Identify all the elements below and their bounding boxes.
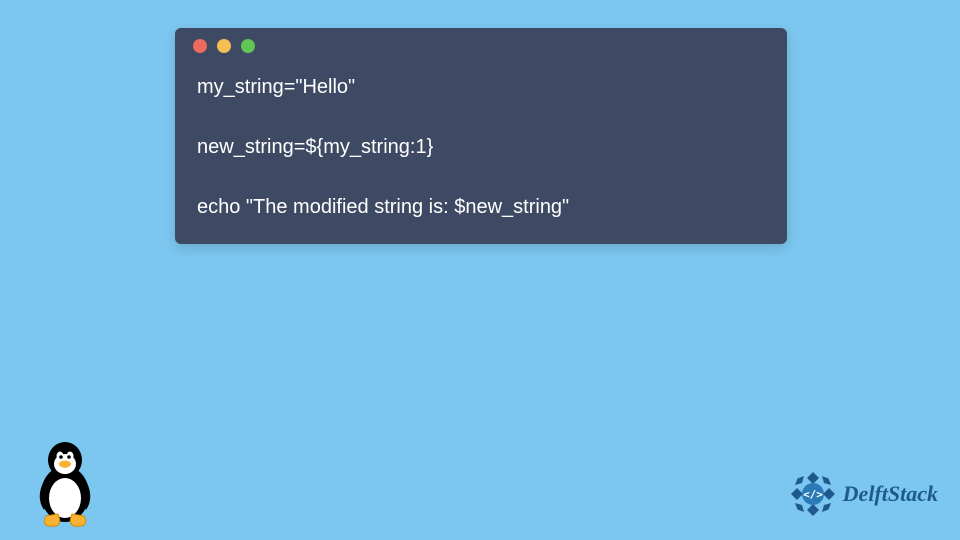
- blank-line: [197, 162, 765, 192]
- code-line-1: my_string="Hello": [197, 72, 765, 102]
- linux-tux-icon: [28, 438, 103, 528]
- minimize-icon[interactable]: [217, 39, 231, 53]
- close-icon[interactable]: [193, 39, 207, 53]
- window-titlebar: [175, 28, 787, 64]
- delftstack-icon: </>: [789, 470, 837, 518]
- blank-line: [197, 102, 765, 132]
- svg-text:</>: </>: [803, 488, 823, 501]
- code-body: my_string="Hello" new_string=${my_string…: [175, 64, 787, 244]
- code-line-2: new_string=${my_string:1}: [197, 132, 765, 162]
- delftstack-logo: </> DelftStack: [789, 470, 938, 518]
- maximize-icon[interactable]: [241, 39, 255, 53]
- delftstack-name: DelftStack: [843, 481, 938, 507]
- code-window: my_string="Hello" new_string=${my_string…: [175, 28, 787, 244]
- code-line-3: echo "The modified string is: $new_strin…: [197, 192, 765, 222]
